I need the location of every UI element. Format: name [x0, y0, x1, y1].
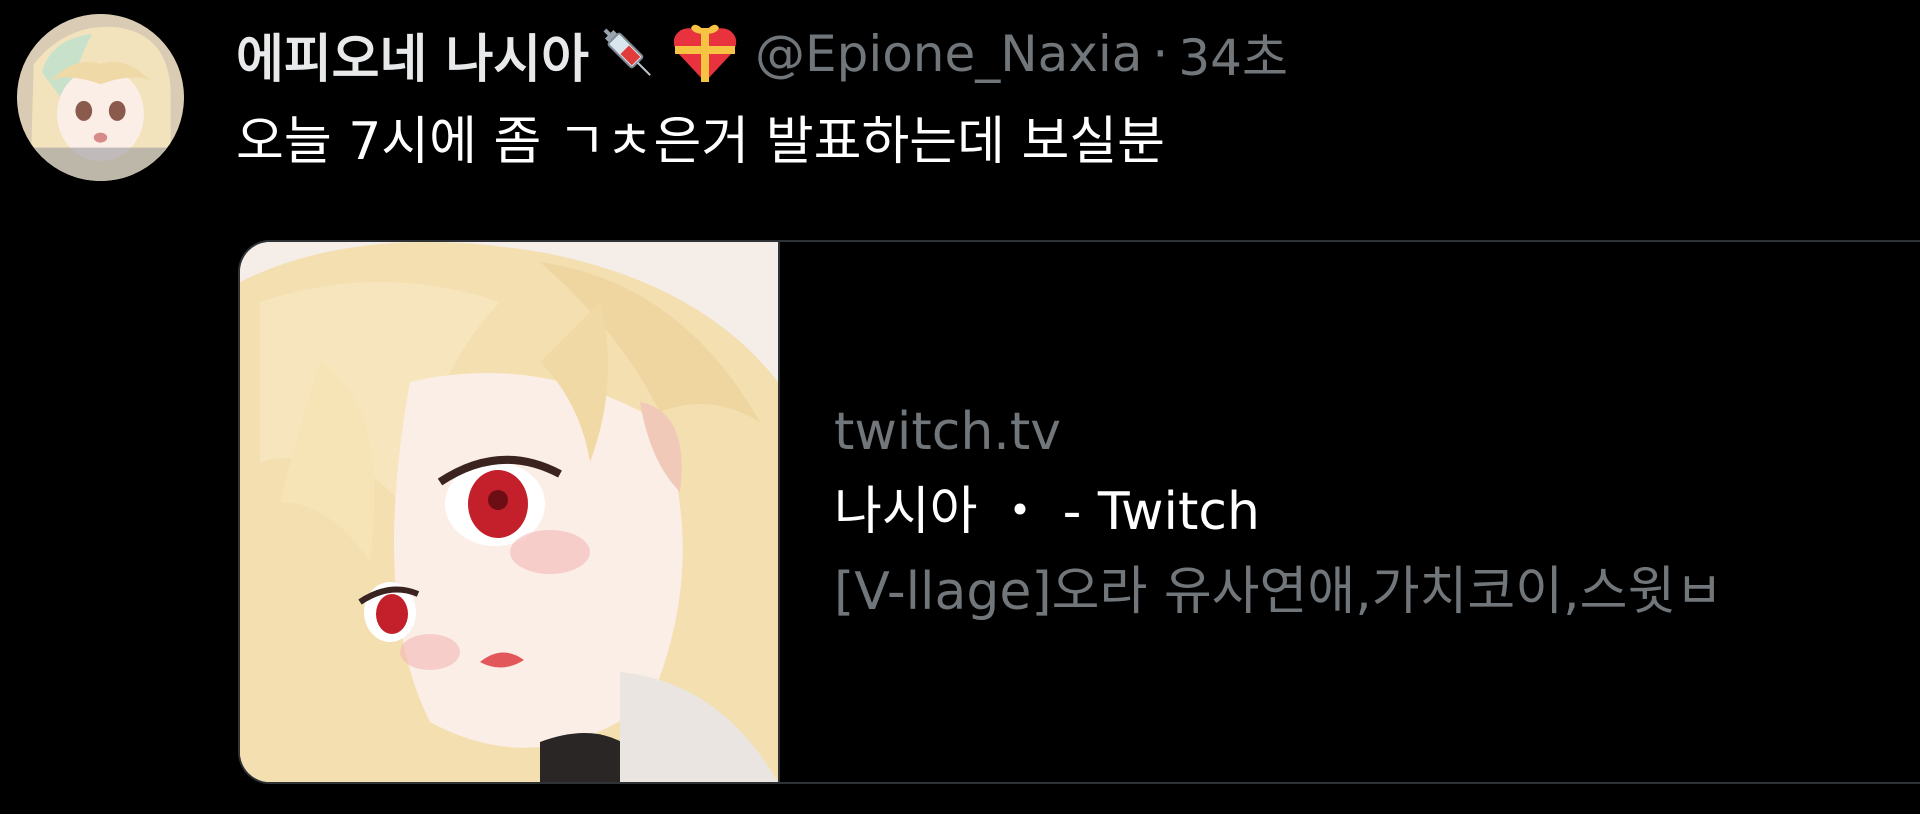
card-title: 나시아 ・ - Twitch — [834, 482, 1260, 542]
link-card[interactable]: twitch.tv 나시아 ・ - Twitch [V-llage]오라 유사연… — [238, 240, 1920, 784]
timestamp[interactable]: 34초 — [1178, 18, 1288, 90]
tweet-header: 에피오네 나시아 @Epione_Naxia · 34초 — [236, 14, 1288, 94]
user-handle[interactable]: @Epione_Naxia — [755, 25, 1142, 83]
card-thumbnail — [240, 242, 780, 782]
avatar-image — [17, 14, 184, 181]
display-name[interactable]: 에피오네 나시아 — [236, 17, 589, 92]
syringe-icon — [593, 18, 665, 90]
tweet[interactable]: 에피오네 나시아 @Epione_Naxia · 34초 오늘 7시에 좀 ㄱㅊ… — [0, 0, 1920, 814]
card-body: twitch.tv 나시아 ・ - Twitch [V-llage]오라 유사연… — [834, 392, 1723, 632]
avatar[interactable] — [17, 14, 184, 181]
separator-dot: · — [1152, 25, 1169, 83]
card-description: [V-llage]오라 유사연애,가치코이,스윗ㅂ — [834, 562, 1724, 622]
gift-heart-icon — [669, 18, 741, 90]
card-domain: twitch.tv — [834, 402, 1061, 462]
tweet-text: 오늘 7시에 좀 ㄱㅊ은거 발표하는데 보실분 — [236, 112, 1166, 172]
